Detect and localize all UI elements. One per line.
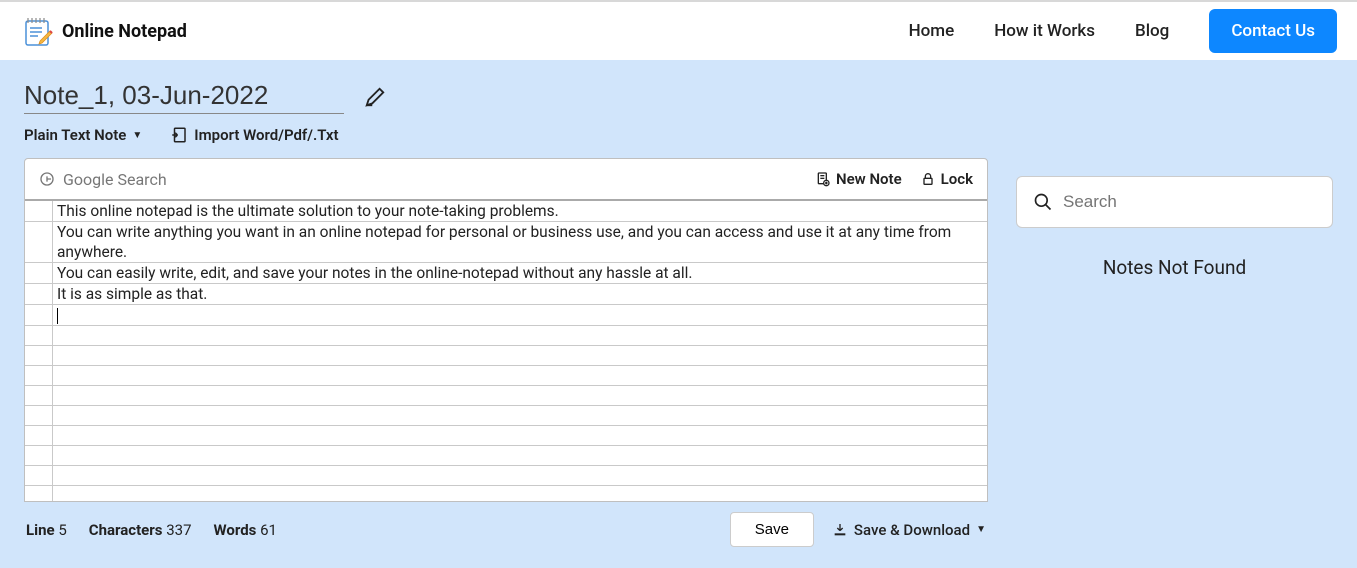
nav-home[interactable]: Home <box>909 21 955 41</box>
new-note-icon <box>815 171 831 187</box>
notepad-logo-icon <box>22 15 54 47</box>
line-gutter <box>25 305 53 325</box>
nav: Home How it Works Blog Contact Us <box>909 9 1337 53</box>
google-search-link[interactable]: Google Search <box>39 170 167 189</box>
lock-icon <box>920 171 936 187</box>
editor-line: This online notepad is the ultimate solu… <box>25 201 987 222</box>
save-button[interactable]: Save <box>730 512 814 547</box>
edit-title-icon[interactable] <box>364 86 386 108</box>
download-icon <box>832 522 848 538</box>
notes-search-input[interactable] <box>1063 192 1316 212</box>
caret-down-icon: ▼ <box>976 524 986 535</box>
editor-line: It is as simple as that. <box>25 284 987 305</box>
note-title-input[interactable] <box>24 80 344 114</box>
line-gutter <box>25 222 53 262</box>
editor-panel: Google Search New Note <box>24 158 988 502</box>
editor-text-area[interactable]: This online notepad is the ultimate solu… <box>25 201 987 501</box>
save-download-dropdown[interactable]: Save & Download ▼ <box>832 521 986 539</box>
editor-line <box>25 386 987 406</box>
top-bar: Online Notepad Home How it Works Blog Co… <box>0 0 1357 60</box>
import-label: Import Word/Pdf/.Txt <box>194 126 338 144</box>
editor-line <box>25 426 987 446</box>
brand[interactable]: Online Notepad <box>22 15 187 47</box>
editor-line <box>25 366 987 386</box>
import-button[interactable]: Import Word/Pdf/.Txt <box>170 126 338 144</box>
google-icon <box>39 171 55 187</box>
nav-blog[interactable]: Blog <box>1135 21 1169 41</box>
line-gutter <box>25 201 53 221</box>
line-gutter <box>25 263 53 283</box>
nav-how-it-works[interactable]: How it Works <box>994 21 1095 41</box>
editor-line: You can write anything you want in an on… <box>25 222 987 263</box>
brand-name: Online Notepad <box>62 21 187 42</box>
editor-line <box>25 446 987 466</box>
stat-words: Words 61 <box>214 521 277 539</box>
import-file-icon <box>170 126 188 144</box>
search-icon <box>1033 192 1053 212</box>
note-type-dropdown[interactable]: Plain Text Note ▼ <box>24 126 142 144</box>
editor-line <box>25 326 987 346</box>
new-note-button[interactable]: New Note <box>815 170 902 188</box>
stat-characters: Characters 337 <box>89 521 192 539</box>
status-bar: Line 5 Characters 337 Words 61 Save Save… <box>24 502 988 547</box>
editor-line: You can easily write, edit, and save you… <box>25 263 987 284</box>
lock-button[interactable]: Lock <box>920 170 973 188</box>
editor-line <box>25 466 987 486</box>
note-type-label: Plain Text Note <box>24 126 126 144</box>
line-gutter <box>25 284 53 304</box>
editor-line <box>25 346 987 366</box>
notes-search-box[interactable] <box>1016 176 1333 228</box>
editor-line <box>25 305 987 326</box>
notes-empty-message: Notes Not Found <box>1016 256 1333 279</box>
text-cursor <box>57 308 58 324</box>
google-search-text: Google Search <box>63 170 167 189</box>
nav-contact-button[interactable]: Contact Us <box>1209 9 1337 53</box>
stat-line: Line 5 <box>26 521 67 539</box>
caret-down-icon: ▼ <box>132 130 142 141</box>
editor-toolbar: Google Search New Note <box>25 159 987 201</box>
editor-line <box>25 406 987 426</box>
editor-line <box>25 486 987 501</box>
